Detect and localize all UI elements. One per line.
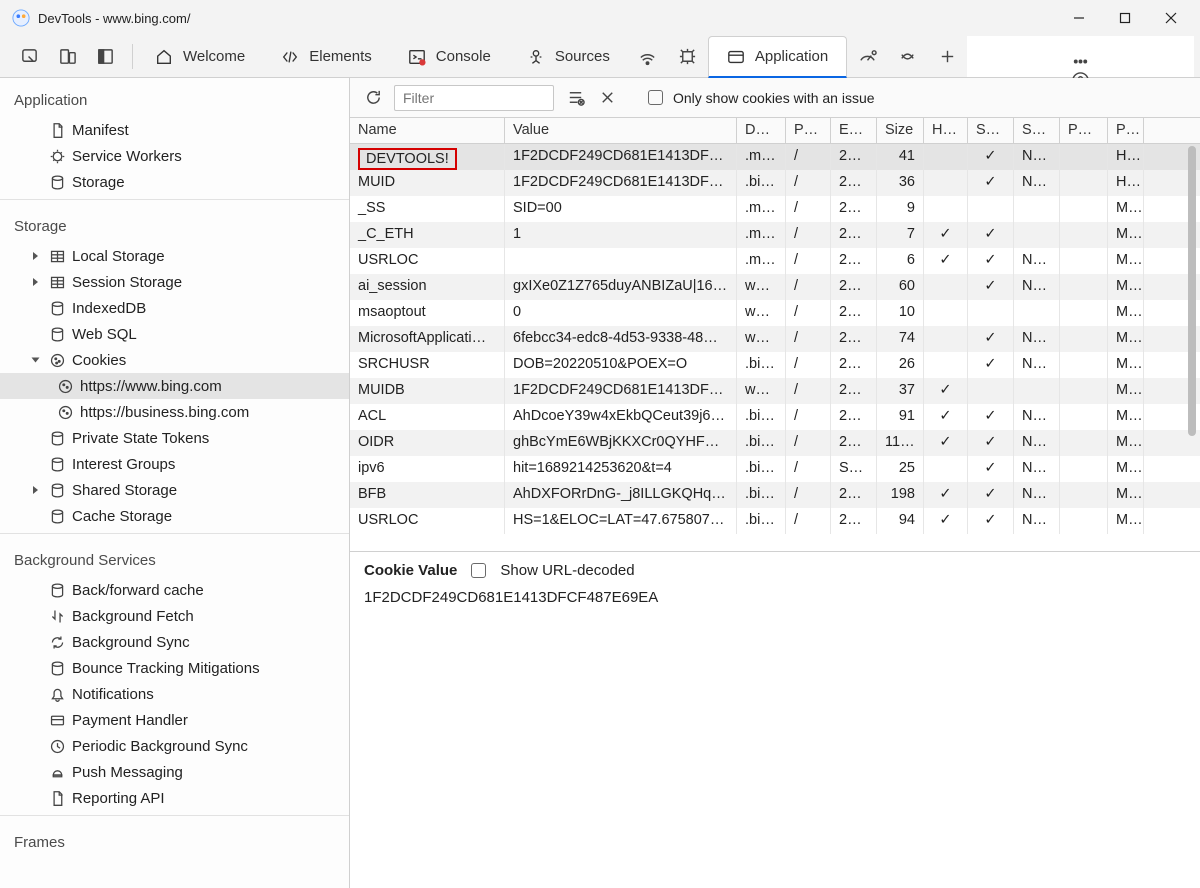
- tab-elements[interactable]: Elements: [263, 36, 390, 77]
- inspect-icon[interactable]: [12, 47, 46, 66]
- sidebar-indexeddb[interactable]: IndexedDB: [0, 295, 349, 321]
- window-title: DevTools - www.bing.com/: [38, 11, 1056, 26]
- sidebar-private-state-tokens[interactable]: Private State Tokens: [0, 425, 349, 451]
- tab-label: Elements: [309, 48, 372, 65]
- table-row[interactable]: USRLOCHS=1&ELOC=LAT=47.675807….bi…/20…94…: [350, 508, 1200, 534]
- table-row[interactable]: SRCHUSRDOB=20220510&POEX=O.bi…/20…26✓No……: [350, 352, 1200, 378]
- sidebar-storage[interactable]: Storage: [0, 169, 349, 195]
- tab-label: Application: [755, 48, 828, 65]
- sidebar-local-storage[interactable]: Local Storage: [0, 243, 349, 269]
- table-row[interactable]: MUIDB1F2DCDF249CD681E1413DFC…ww…/20…37✓M…: [350, 378, 1200, 404]
- section-storage: Storage: [0, 204, 349, 243]
- devtools-logo-icon: [12, 9, 30, 27]
- sidebar-websql[interactable]: Web SQL: [0, 321, 349, 347]
- tabbar: Welcome Elements Console Sources Applica…: [0, 36, 1200, 78]
- sidebar-reporting[interactable]: Reporting API: [0, 785, 349, 811]
- sidebar-cookie-origin-business[interactable]: https://business.bing.com: [0, 399, 349, 425]
- sidebar-bg-sync[interactable]: Background Sync: [0, 629, 349, 655]
- table-row[interactable]: MicrosoftApplicati…6febcc34-edc8-4d53-93…: [350, 326, 1200, 352]
- sidebar-service-workers[interactable]: Service Workers: [0, 143, 349, 169]
- table-row[interactable]: USRLOC.ms…/20…6✓✓No…Me…: [350, 248, 1200, 274]
- delete-icon[interactable]: [596, 87, 618, 109]
- tab-label: Welcome: [183, 48, 245, 65]
- close-button[interactable]: [1148, 3, 1194, 33]
- url-decoded-checkbox[interactable]: [471, 563, 486, 578]
- cookies-toolbar: Only show cookies with an issue: [350, 78, 1200, 118]
- tab-label: Console: [436, 48, 491, 65]
- table-row[interactable]: msaoptout0ww…/20…10Me…: [350, 300, 1200, 326]
- tab-application[interactable]: Application: [708, 36, 847, 78]
- memory-icon[interactable]: [668, 36, 708, 77]
- performance-icon[interactable]: [847, 36, 887, 77]
- more-icon[interactable]: [1059, 52, 1103, 71]
- only-issue-checkbox[interactable]: [648, 90, 663, 105]
- tab-welcome[interactable]: Welcome: [137, 36, 263, 77]
- clear-list-icon[interactable]: [564, 87, 586, 109]
- network-conditions-icon[interactable]: [628, 36, 668, 77]
- sidebar-push[interactable]: Push Messaging: [0, 759, 349, 785]
- sidebar-cookies[interactable]: Cookies: [0, 347, 349, 373]
- tab-console[interactable]: Console: [390, 36, 509, 77]
- table-row[interactable]: _C_ETH1.ms…/20…7✓✓Me…: [350, 222, 1200, 248]
- tab-sources[interactable]: Sources: [509, 36, 628, 77]
- table-row[interactable]: _SSSID=00.ms…/20…9Me…: [350, 196, 1200, 222]
- sidebar-bfcache[interactable]: Back/forward cache: [0, 577, 349, 603]
- filter-input[interactable]: [394, 85, 554, 111]
- cookie-value-text: 1F2DCDF249CD681E1413DFCF487E69EA: [364, 589, 1186, 606]
- sidebar-bg-fetch[interactable]: Background Fetch: [0, 603, 349, 629]
- url-decoded-label: Show URL-decoded: [500, 562, 634, 579]
- table-row[interactable]: ACLAhDcoeY39w4xEkbQCeut39j6….bi…/20…91✓✓…: [350, 404, 1200, 430]
- sidebar-shared-storage[interactable]: Shared Storage: [0, 477, 349, 503]
- table-row[interactable]: MUID1F2DCDF249CD681E1413DFC….bi…/20…36✓N…: [350, 170, 1200, 196]
- dock-icon[interactable]: [88, 47, 122, 66]
- table-row[interactable]: BFBAhDXFORrDnG-_j8ILLGKQHq….bi…/20…198✓✓…: [350, 482, 1200, 508]
- cookie-detail: Cookie Value Show URL-decoded 1F2DCDF249…: [350, 552, 1200, 888]
- table-header[interactable]: Name Value Do… Path Ex… Size Htt… Sec… S…: [350, 118, 1200, 144]
- sidebar-periodic-sync[interactable]: Periodic Background Sync: [0, 733, 349, 759]
- maximize-button[interactable]: [1102, 3, 1148, 33]
- titlebar: DevTools - www.bing.com/: [0, 0, 1200, 36]
- sidebar[interactable]: Application Manifest Service Workers Sto…: [0, 78, 350, 888]
- section-frames: Frames: [0, 820, 349, 859]
- table-row[interactable]: OIDRghBcYmE6WBjKKXCr0QYHFPX….bi…/20…1159…: [350, 430, 1200, 456]
- table-row[interactable]: ipv6hit=1689214253620&t=4.bi…/Ses…25✓No……: [350, 456, 1200, 482]
- sidebar-manifest[interactable]: Manifest: [0, 117, 349, 143]
- cookies-table[interactable]: Name Value Do… Path Ex… Size Htt… Sec… S…: [350, 118, 1200, 552]
- table-scrollbar[interactable]: [1186, 146, 1198, 549]
- sidebar-session-storage[interactable]: Session Storage: [0, 269, 349, 295]
- tab-label: Sources: [555, 48, 610, 65]
- refresh-icon[interactable]: [362, 87, 384, 109]
- sidebar-cookie-origin-bing[interactable]: https://www.bing.com: [0, 373, 349, 399]
- add-tab-icon[interactable]: [927, 36, 967, 77]
- sidebar-cache-storage[interactable]: Cache Storage: [0, 503, 349, 529]
- device-toggle-icon[interactable]: [50, 47, 84, 66]
- section-application: Application: [0, 78, 349, 117]
- sidebar-notifications[interactable]: Notifications: [0, 681, 349, 707]
- minimize-button[interactable]: [1056, 3, 1102, 33]
- only-issue-label: Only show cookies with an issue: [673, 90, 875, 106]
- table-row[interactable]: DEVTOOLS!1F2DCDF249CD681E1413DFC….ms…/20…: [350, 144, 1200, 170]
- cookies-panel: Only show cookies with an issue Name Val…: [350, 78, 1200, 888]
- gesture-icon[interactable]: [887, 36, 927, 77]
- sidebar-bounce[interactable]: Bounce Tracking Mitigations: [0, 655, 349, 681]
- detail-title: Cookie Value: [364, 562, 457, 579]
- section-background: Background Services: [0, 538, 349, 577]
- sidebar-payment[interactable]: Payment Handler: [0, 707, 349, 733]
- table-row[interactable]: ai_sessiongxIXe0Z1Z765duyANBIZaU|16…ww…/…: [350, 274, 1200, 300]
- sidebar-interest-groups[interactable]: Interest Groups: [0, 451, 349, 477]
